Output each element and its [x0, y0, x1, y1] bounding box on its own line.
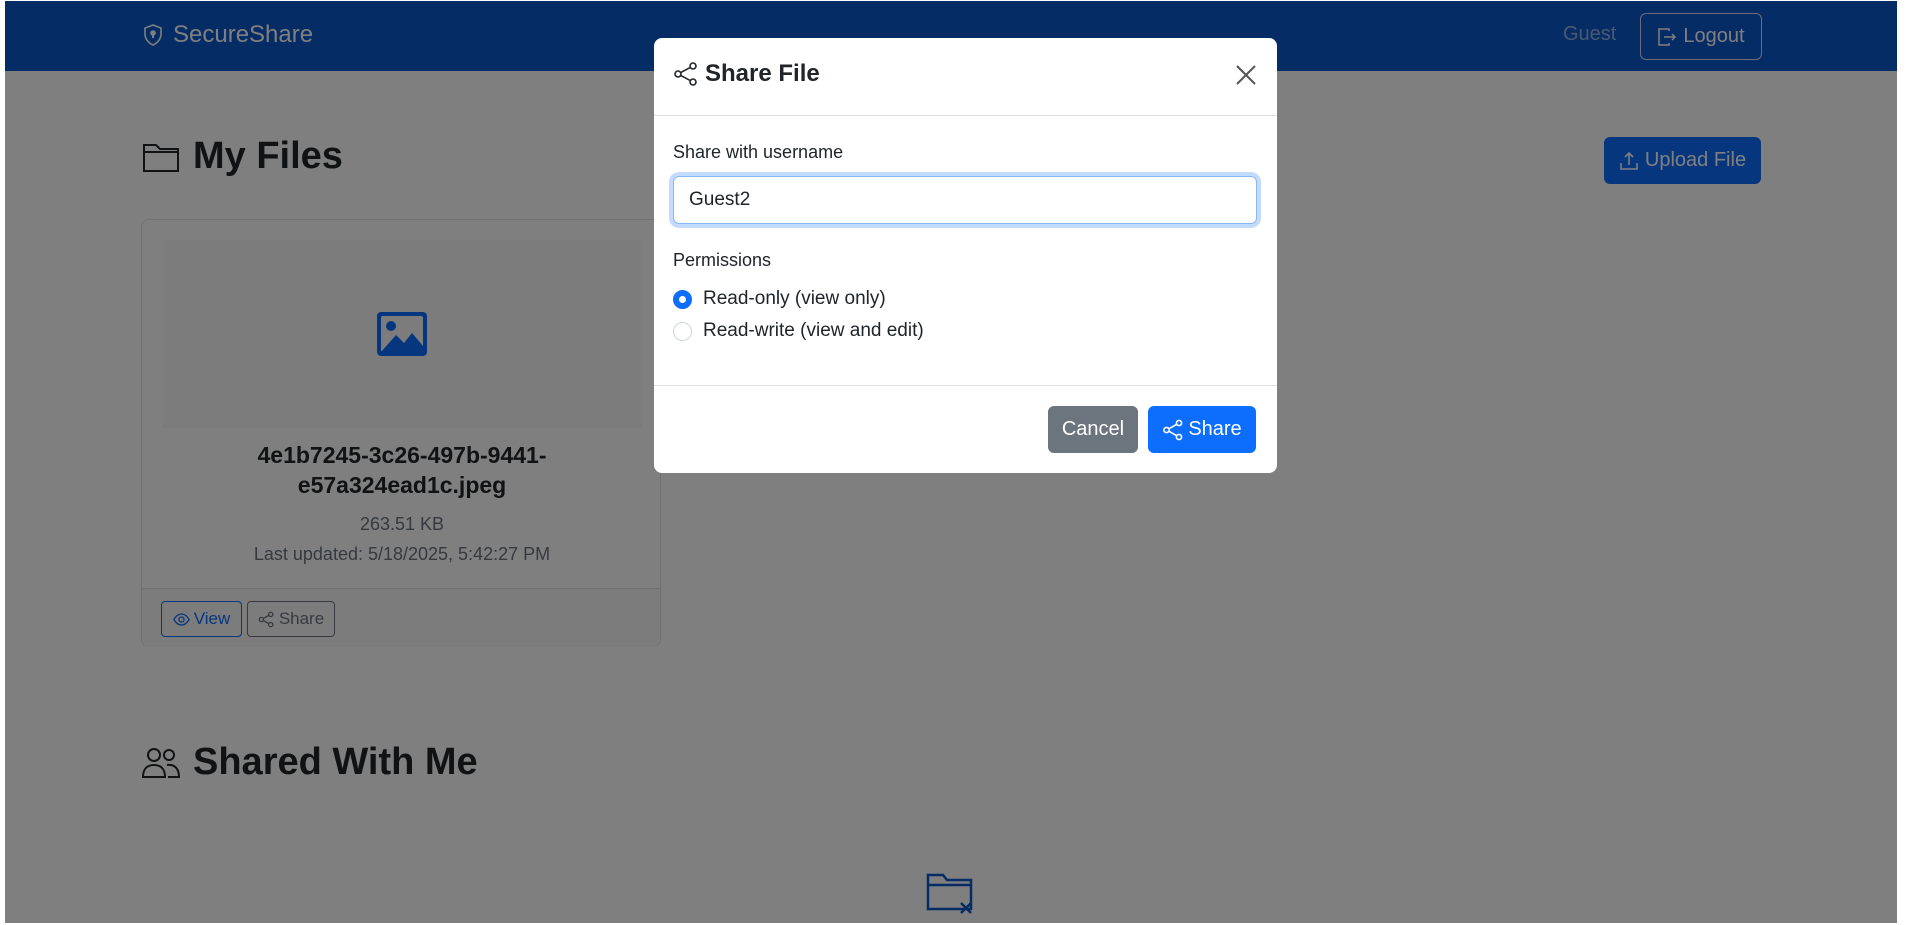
permissions-label: Permissions: [673, 250, 772, 270]
share-file-dialog: Share File Share with username Permissio…: [654, 38, 1277, 473]
read-write-radio[interactable]: [673, 321, 692, 341]
username-label: Share with username: [673, 142, 844, 162]
close-button[interactable]: [1232, 62, 1260, 90]
read-only-radio[interactable]: [673, 289, 692, 309]
modal-title-text: Share File: [705, 60, 820, 87]
permission-option-read-only[interactable]: Read-only (view only): [673, 288, 886, 310]
modal-header: Share File: [654, 38, 1277, 116]
permission-option-read-write[interactable]: Read-write (view and edit): [673, 320, 924, 342]
username-input[interactable]: [673, 176, 1257, 224]
share-icon: [1163, 419, 1183, 440]
read-write-label: Read-write (view and edit): [703, 320, 924, 341]
close-icon: [1236, 64, 1256, 85]
cancel-button[interactable]: Cancel: [1048, 406, 1138, 453]
modal-footer: Cancel Share: [654, 385, 1277, 473]
modal-title: Share File: [673, 60, 820, 88]
share-button[interactable]: Share: [1148, 406, 1256, 453]
read-only-label: Read-only (view only): [703, 288, 886, 309]
window-edge: [1897, 0, 1915, 925]
share-button-label: Share: [1188, 418, 1242, 440]
share-icon: [674, 62, 697, 86]
app-window: SecureShare Guest Logout My Files Upload…: [5, 1, 1897, 923]
